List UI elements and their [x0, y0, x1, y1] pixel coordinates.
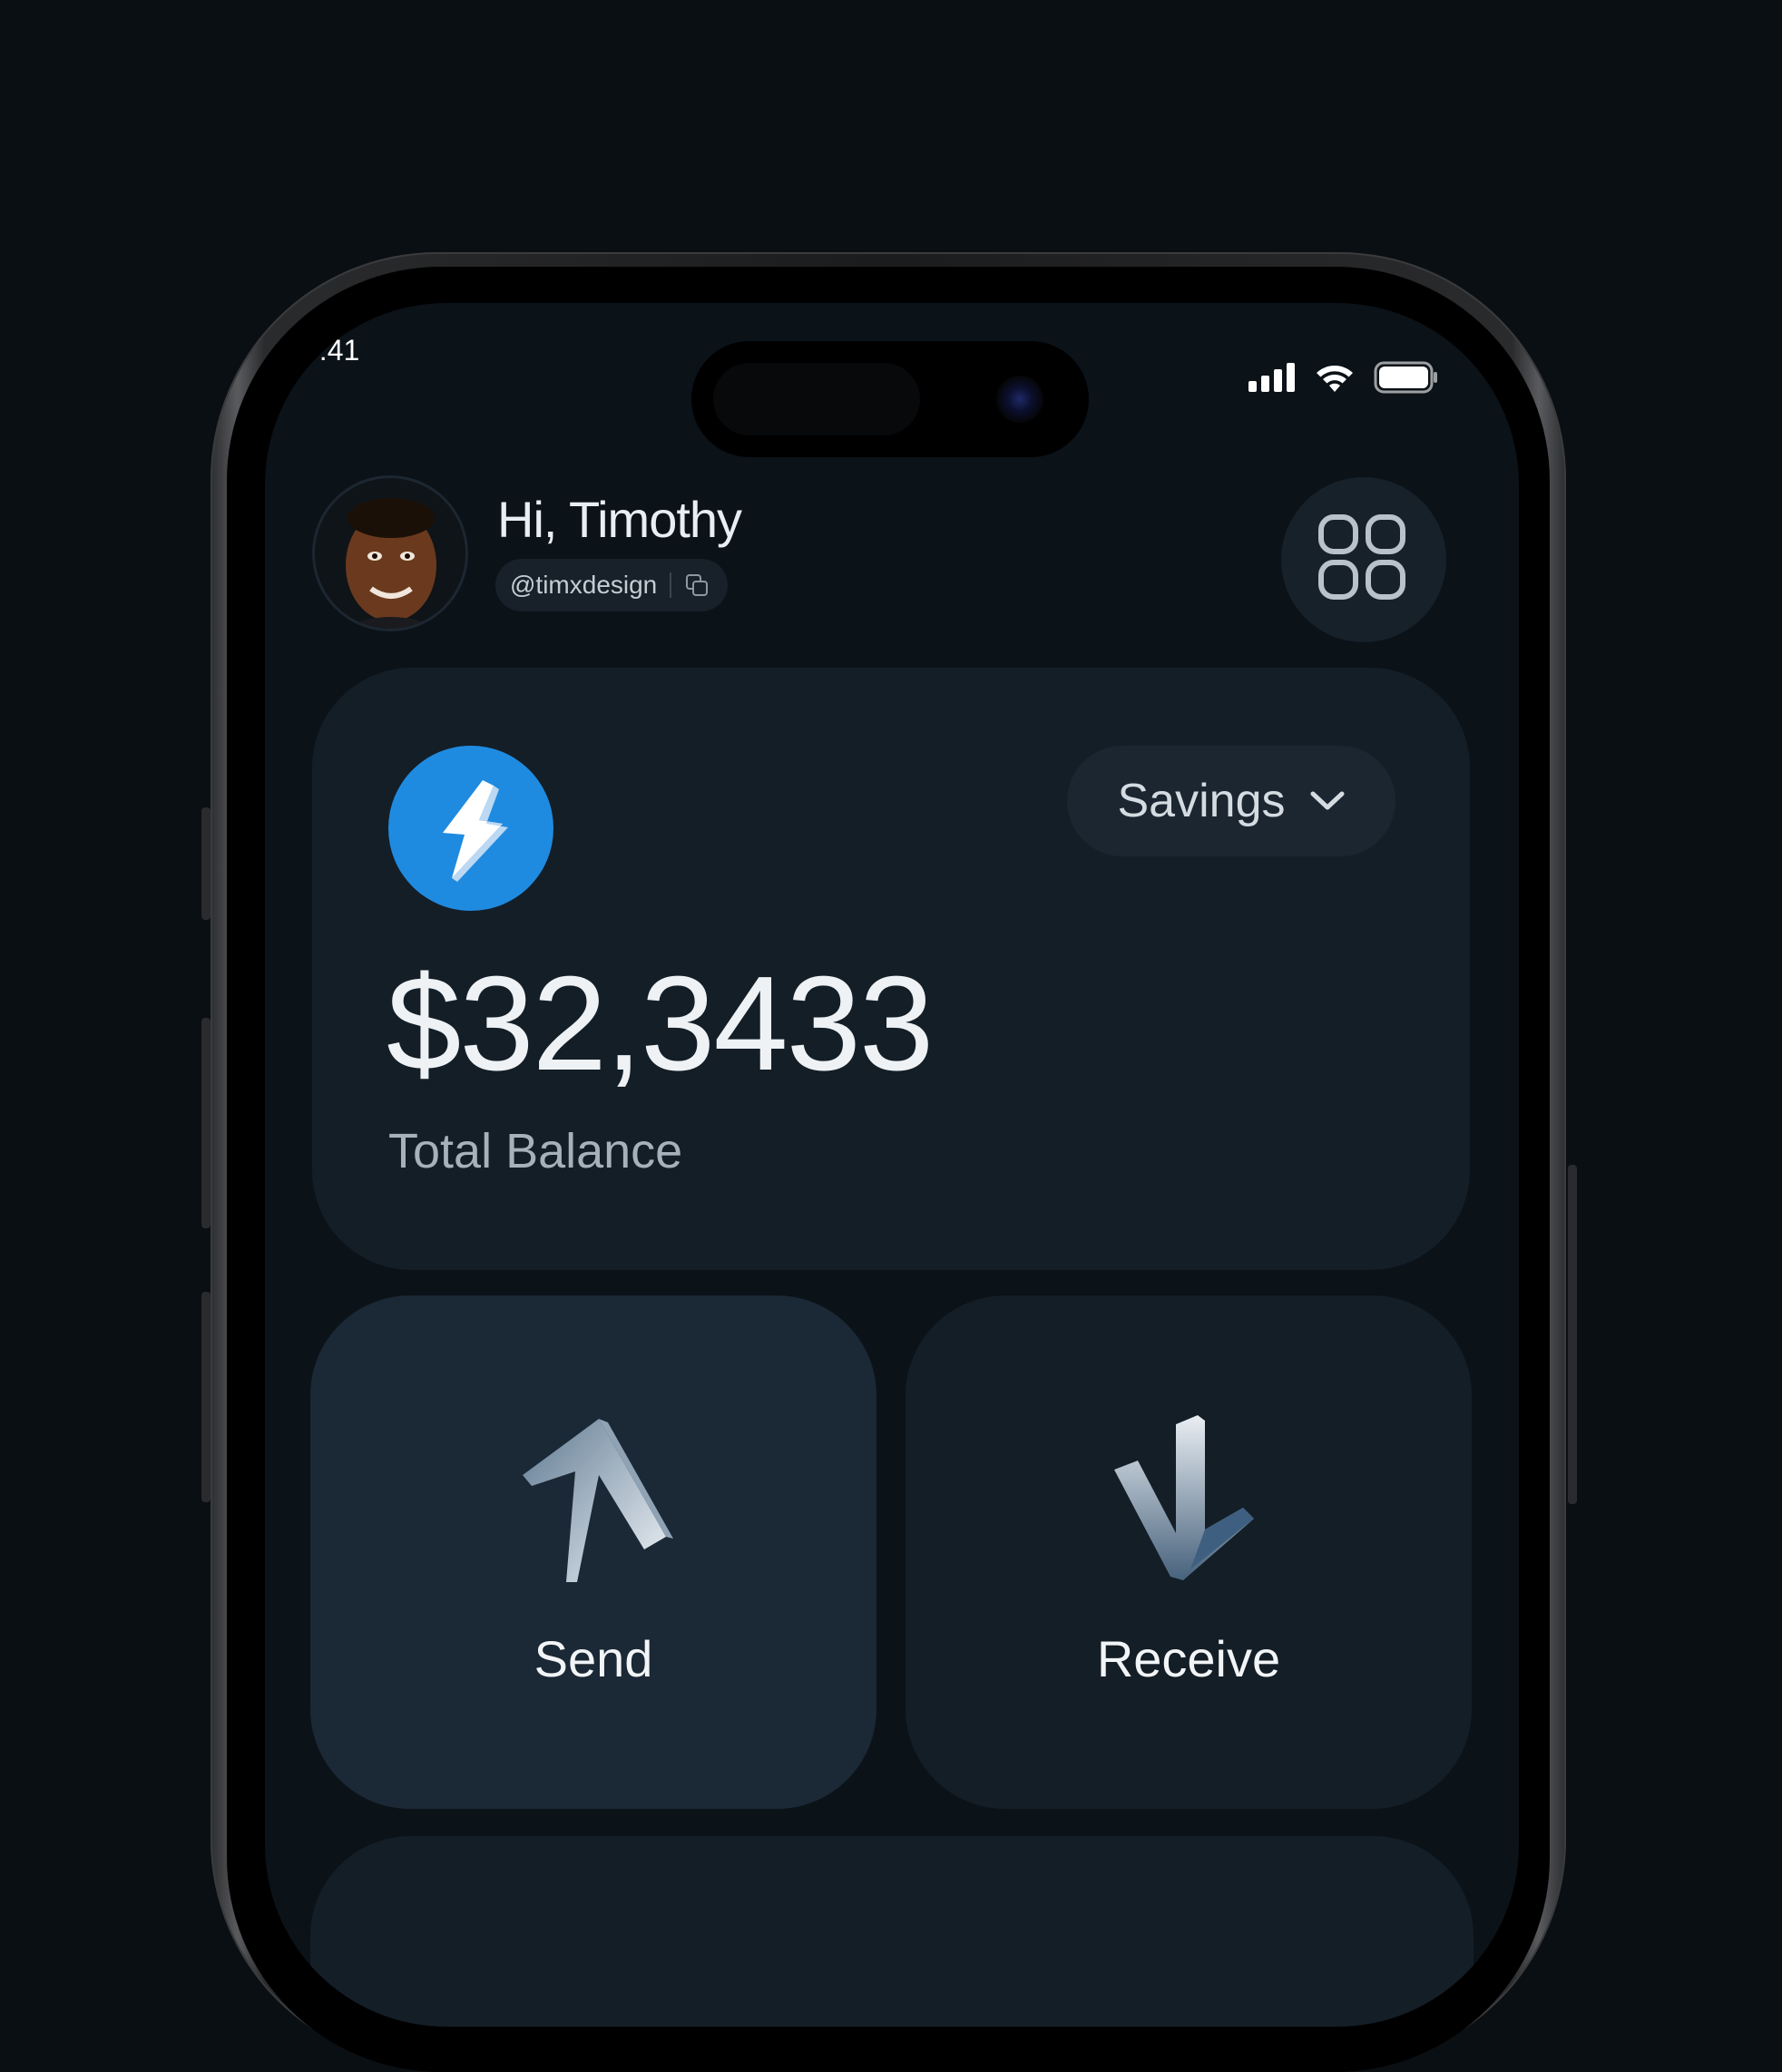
- handle-pill[interactable]: @timxdesign: [495, 559, 729, 611]
- power-button: [1568, 1165, 1577, 1504]
- dynamic-island: [691, 341, 1089, 457]
- action-button: [201, 807, 211, 920]
- balance-label: Total Balance: [388, 1124, 683, 1178]
- grid-menu-button[interactable]: [1281, 477, 1446, 642]
- volume-down-button: [201, 1292, 211, 1502]
- chevron-down-icon: [1310, 791, 1344, 810]
- wifi-icon: [1317, 366, 1353, 392]
- next-section-card: [310, 1836, 1474, 2027]
- camera-icon: [996, 376, 1043, 423]
- signal-icon: [1248, 363, 1295, 392]
- avatar[interactable]: [312, 475, 468, 631]
- receive-arrow-icon: [1114, 1415, 1254, 1580]
- divider: [670, 572, 672, 598]
- battery-icon: [1374, 361, 1437, 394]
- username-handle: @timxdesign: [510, 571, 658, 599]
- copy-icon[interactable]: [684, 572, 710, 598]
- send-arrow-icon: [523, 1419, 673, 1582]
- receive-button[interactable]: Receive: [906, 1295, 1472, 1809]
- account-type-label: Savings: [1117, 775, 1286, 827]
- status-icons: [1248, 361, 1439, 394]
- lightning-logo-icon: [443, 780, 508, 882]
- greeting: Hi, Timothy: [497, 491, 742, 548]
- grid-menu-icon: [1318, 514, 1405, 600]
- send-label: Send: [534, 1630, 653, 1687]
- volume-up-button: [201, 1018, 211, 1228]
- receive-label: Receive: [1096, 1630, 1281, 1687]
- dynamic-island-sensor: [713, 363, 920, 435]
- balance-card: Savings $32,3433 Total Balance: [312, 668, 1470, 1270]
- status-time: 9:41: [303, 334, 360, 367]
- balance-amount: $32,3433: [387, 949, 934, 1099]
- phone-screen: 9:41 Hi, Timothy @timxdesign Savings $32…: [265, 303, 1519, 2027]
- send-button[interactable]: Send: [310, 1295, 876, 1809]
- account-type-dropdown[interactable]: Savings: [1067, 746, 1395, 856]
- avatar-portrait: [315, 478, 465, 629]
- brand-logo: [388, 746, 553, 911]
